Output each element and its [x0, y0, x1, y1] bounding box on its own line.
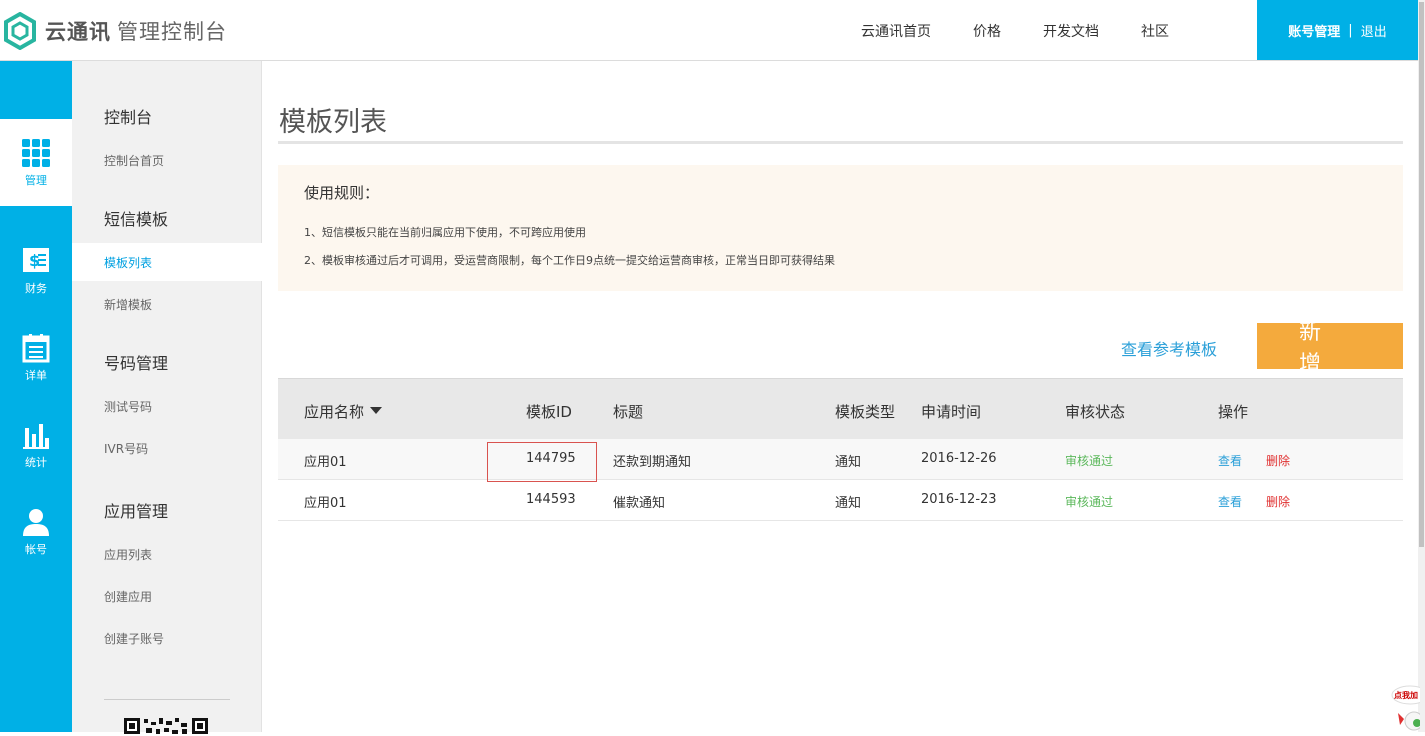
- column-review-status: 审核状态: [1065, 403, 1126, 421]
- top-header: 云通讯 管理控制台 云通讯首页 价格 开发文档 社区 账号管理 | 退出: [0, 0, 1425, 61]
- cell-type: 通知: [835, 455, 862, 470]
- promo-float-widget[interactable]: 点我加: [1390, 685, 1425, 732]
- status-badge: 审核通过: [1065, 454, 1114, 468]
- rail-item-account[interactable]: 帐号: [0, 488, 72, 575]
- sidebar-item-create-subaccount[interactable]: 创建子账号: [72, 619, 262, 657]
- delete-link[interactable]: 删除: [1266, 493, 1290, 510]
- cell-template-id: 144593: [526, 492, 576, 507]
- sidebar-item-ivr-numbers[interactable]: IVR号码: [72, 429, 262, 467]
- qr-code-icon: [124, 718, 208, 734]
- rail-item-manage[interactable]: 管理: [0, 119, 72, 206]
- sidebar-section-sms-template: 短信模板: [104, 210, 169, 229]
- brand-name: 云通讯: [45, 20, 111, 44]
- rail-item-details[interactable]: 详单: [0, 314, 72, 401]
- rail-label-finance: 财务: [25, 281, 47, 295]
- cell-title: 还款到期通知: [613, 455, 692, 470]
- cell-apply-time: 2016-12-23: [921, 492, 997, 507]
- sort-caret-icon[interactable]: [370, 407, 383, 414]
- column-app-name[interactable]: 应用名称: [304, 401, 383, 422]
- sidebar-section-apps: 应用管理: [104, 502, 169, 521]
- view-reference-templates-link[interactable]: 查看参考模板: [1121, 336, 1217, 360]
- account-bar: 账号管理 | 退出: [1257, 0, 1418, 60]
- promo-text: 点我加: [1394, 691, 1418, 700]
- nav-community-link[interactable]: 社区: [1141, 21, 1169, 41]
- nav-docs-link[interactable]: 开发文档: [1043, 21, 1099, 41]
- cell-app-name: 应用01: [304, 496, 347, 511]
- sidebar: 控制台 控制台首页 短信模板 模板列表 新增模板 号码管理 测试号码 IVR号码…: [72, 61, 262, 734]
- rail-label-stats: 统计: [25, 455, 47, 469]
- page-scrollbar[interactable]: [1418, 0, 1425, 732]
- sidebar-item-create-app[interactable]: 创建应用: [72, 577, 262, 615]
- logout-link[interactable]: 退出: [1361, 21, 1387, 40]
- scrollbar-thumb[interactable]: [1419, 2, 1424, 547]
- account-separator: |: [1348, 22, 1353, 38]
- view-link[interactable]: 查看: [1218, 493, 1242, 510]
- column-apply-time: 申请时间: [921, 403, 982, 421]
- sidebar-item-add-template[interactable]: 新增模板: [72, 285, 262, 323]
- cell-type: 通知: [835, 496, 862, 511]
- bar-chart-icon: [23, 423, 49, 449]
- sidebar-section-console: 控制台: [104, 108, 153, 127]
- rail-item-finance[interactable]: $ 财务: [0, 227, 72, 314]
- cell-title: 催款通知: [613, 496, 666, 511]
- cell-app-name: 应用01: [304, 455, 347, 470]
- view-link[interactable]: 查看: [1218, 452, 1242, 469]
- brand-subtitle: 管理控制台: [117, 20, 227, 44]
- nav-home-link[interactable]: 云通讯首页: [861, 21, 931, 41]
- column-template-type: 模板类型: [835, 403, 896, 421]
- cell-template-id: 144795: [526, 451, 576, 466]
- sidebar-section-numbers: 号码管理: [104, 354, 169, 373]
- add-template-button[interactable]: 新增: [1257, 320, 1403, 377]
- rail-label-account: 帐号: [25, 542, 47, 556]
- column-template-id: 模板ID: [526, 403, 572, 421]
- column-actions: 操作: [1218, 403, 1249, 421]
- column-title: 标题: [613, 403, 644, 421]
- rail-label-details: 详单: [25, 368, 47, 382]
- table-header: 应用名称 模板ID 标题 模板类型 申请时间 审核状态 操作: [278, 378, 1403, 439]
- cell-apply-time: 2016-12-26: [921, 451, 997, 466]
- sidebar-divider: [104, 699, 230, 700]
- finance-icon: $: [23, 247, 49, 272]
- table-row: 应用01 144795 还款到期通知 通知 2016-12-26 审核通过 查看…: [278, 439, 1403, 482]
- sidebar-item-console-home[interactable]: 控制台首页: [72, 141, 262, 179]
- rail-label-manage: 管理: [25, 173, 47, 187]
- brand-hexagon-icon: [4, 12, 36, 50]
- calendar-list-icon: [22, 333, 50, 362]
- rule-item: 1、短信模板只能在当前归属应用下使用，不可跨应用使用: [304, 226, 586, 239]
- usage-rules-panel: 使用规则： 1、短信模板只能在当前归属应用下使用，不可跨应用使用 2、模板审核通…: [278, 165, 1403, 291]
- table-row: 应用01 144593 催款通知 通知 2016-12-23 审核通过 查看 删…: [278, 480, 1403, 521]
- rule-item: 2、模板审核通过后才可调用，受运营商限制，每个工作日9点统一提交给运营商审核，正…: [304, 254, 835, 267]
- status-badge: 审核通过: [1065, 495, 1114, 509]
- page-title: 模板列表: [279, 107, 387, 138]
- rail-item-stats[interactable]: 统计: [0, 401, 72, 488]
- column-label: 应用名称: [304, 403, 365, 421]
- delete-link[interactable]: 删除: [1266, 452, 1290, 469]
- icon-rail: 管理 $ 财务 详单 统计 帐号: [0, 61, 72, 732]
- nav-pricing-link[interactable]: 价格: [973, 21, 1001, 41]
- top-nav: 云通讯首页 价格 开发文档 社区: [840, 0, 1190, 61]
- sidebar-item-test-numbers[interactable]: 测试号码: [72, 387, 262, 425]
- grid-icon: [22, 138, 50, 167]
- account-management-link[interactable]: 账号管理: [1288, 21, 1340, 40]
- title-divider: [278, 141, 1403, 144]
- logo[interactable]: 云通讯 管理控制台: [3, 12, 227, 50]
- rules-title: 使用规则：: [304, 184, 380, 202]
- user-icon: [23, 508, 49, 536]
- sidebar-item-template-list[interactable]: 模板列表: [72, 243, 262, 281]
- sidebar-item-app-list[interactable]: 应用列表: [72, 535, 262, 573]
